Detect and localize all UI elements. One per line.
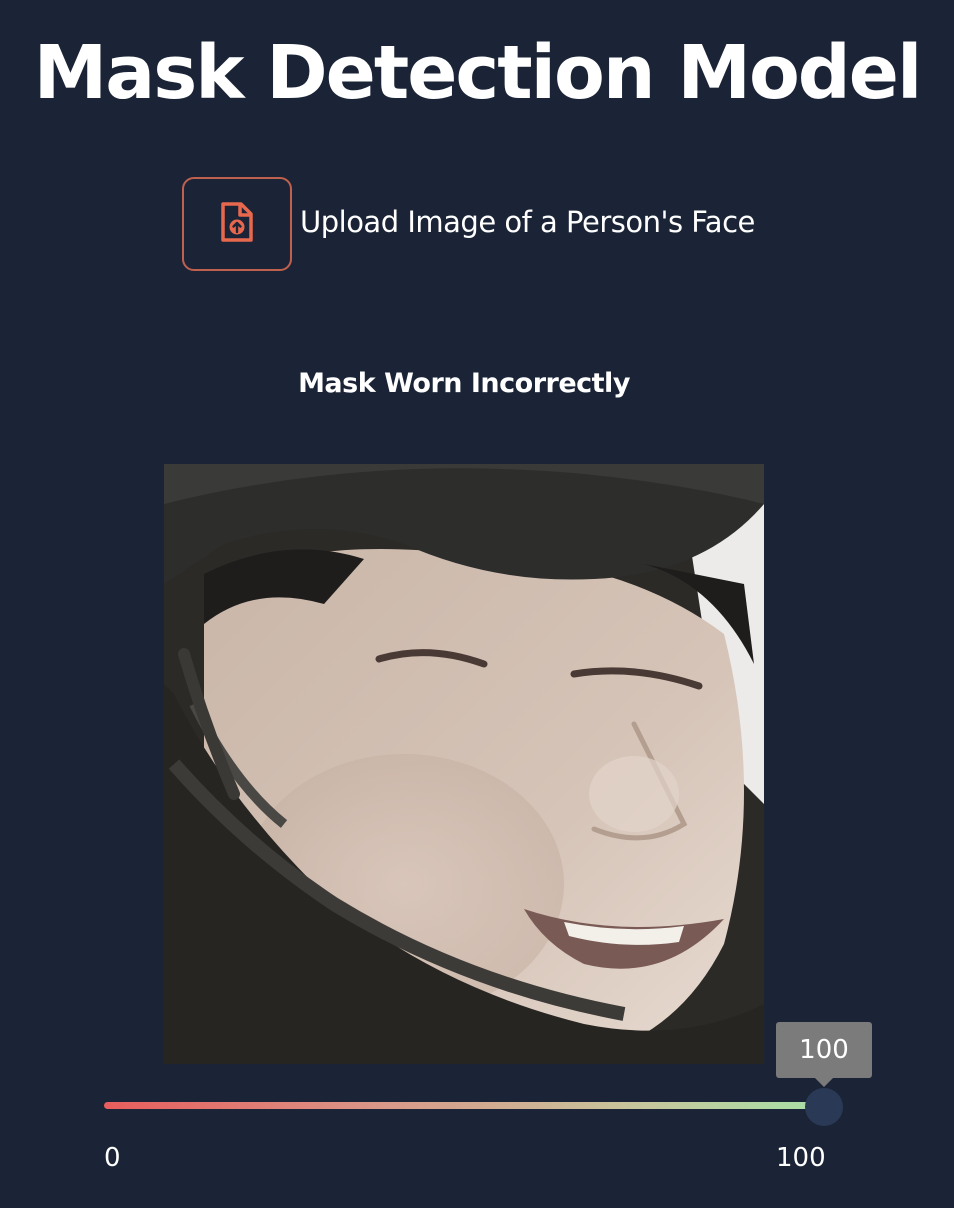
slider-track[interactable] <box>104 1102 824 1109</box>
upload-button[interactable] <box>182 177 292 271</box>
confidence-slider[interactable]: 100 0 100 <box>104 1022 872 1182</box>
uploaded-face-image <box>164 464 764 1064</box>
slider-value-tooltip: 100 <box>776 1022 872 1087</box>
slider-max-label: 100 <box>776 1143 826 1173</box>
slider-thumb[interactable] <box>805 1088 843 1126</box>
page-title: Mask Detection Model <box>33 30 923 116</box>
prediction-label: Mask Worn Incorrectly <box>298 368 630 399</box>
slider-min-label: 0 <box>104 1143 121 1173</box>
app-page: Mask Detection Model Upload Image of a P… <box>0 0 954 1208</box>
upload-label: Upload Image of a Person's Face <box>300 205 755 239</box>
file-upload-icon <box>220 202 254 246</box>
